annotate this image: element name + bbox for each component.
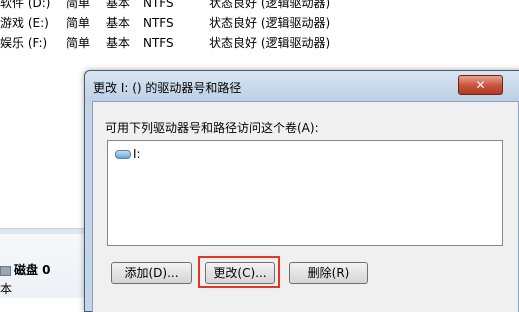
delete-button[interactable]: 删除(R) — [289, 262, 368, 284]
volume-status: 状态良好 (逻辑驱动器) — [209, 16, 331, 30]
volume-filesystem: NTFS — [143, 0, 174, 10]
volume-status: 状态良好 (逻辑驱动器) — [209, 36, 331, 50]
disk-type-label: 本 — [0, 282, 13, 296]
dialog-title-bar[interactable]: 更改 I: () 的驱动器号和路径 ✕ — [85, 71, 519, 101]
volume-list: 软件 (D:) 简单 基本 NTFS 状态良好 (逻辑驱动器) 游戏 (E:) … — [0, 0, 519, 53]
highlight-box — [198, 256, 280, 288]
disk-icon — [0, 265, 11, 276]
list-prompt-label: 可用下列驱动器号和路径访问这个卷(A): — [105, 121, 319, 135]
volume-type: 基本 — [106, 36, 131, 50]
volume-row[interactable]: 软件 (D:) 简单 基本 NTFS 状态良好 (逻辑驱动器) — [0, 0, 519, 13]
close-icon: ✕ — [475, 78, 486, 92]
list-item[interactable]: I: — [115, 147, 141, 161]
volume-name: 软件 (D:) — [0, 0, 51, 10]
disk-label[interactable]: 磁盘 0 — [0, 261, 51, 278]
volume-layout: 简单 — [66, 0, 91, 10]
dialog-body: 可用下列驱动器号和路径访问这个卷(A): I: 添加(D)... 更改(C)..… — [92, 101, 519, 312]
dialog-title: 更改 I: () 的驱动器号和路径 — [93, 81, 242, 95]
volume-row[interactable]: 娱乐 (F:) 简单 基本 NTFS 状态良好 (逻辑驱动器) — [0, 33, 519, 53]
volume-type: 基本 — [106, 16, 131, 30]
change-drive-letter-dialog: 更改 I: () 的驱动器号和路径 ✕ 可用下列驱动器号和路径访问这个卷(A):… — [84, 70, 519, 312]
volume-layout: 简单 — [66, 36, 91, 50]
list-item-label: I: — [133, 147, 141, 161]
add-button[interactable]: 添加(D)... — [111, 262, 192, 284]
drive-icon — [115, 150, 131, 159]
disk-name: 磁盘 0 — [14, 263, 51, 277]
volume-status: 状态良好 (逻辑驱动器) — [209, 0, 331, 10]
volume-filesystem: NTFS — [143, 16, 174, 30]
drive-path-list[interactable]: I: — [107, 140, 503, 246]
volume-layout: 简单 — [66, 16, 91, 30]
volume-type: 基本 — [106, 0, 131, 10]
close-button[interactable]: ✕ — [458, 75, 503, 95]
volume-name: 娱乐 (F:) — [0, 36, 48, 50]
volume-filesystem: NTFS — [143, 36, 174, 50]
volume-name: 游戏 (E:) — [0, 16, 49, 30]
volume-row[interactable]: 游戏 (E:) 简单 基本 NTFS 状态良好 (逻辑驱动器) — [0, 13, 519, 33]
